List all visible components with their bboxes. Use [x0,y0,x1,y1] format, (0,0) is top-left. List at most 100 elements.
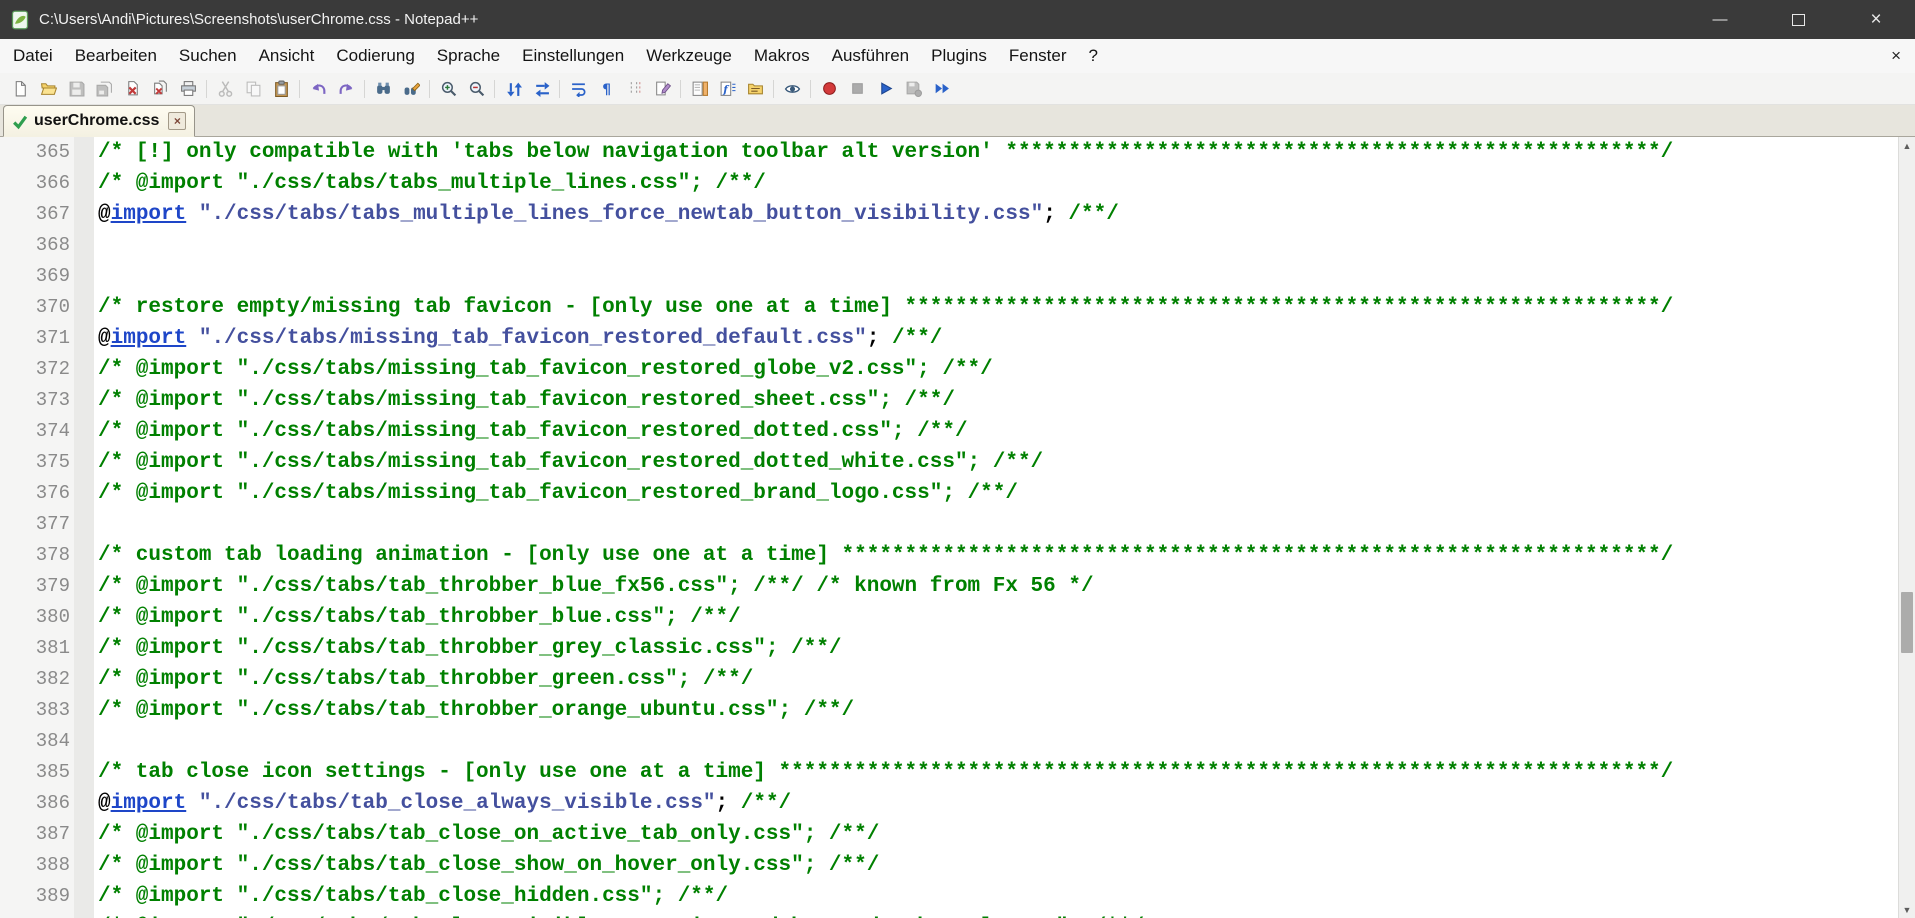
code-segment: /* [!] only compatible with 'tabs below … [98,141,1673,164]
replace-button[interactable] [398,76,424,102]
menu-item-ausfhren[interactable]: Ausführen [821,39,921,73]
folder-as-workspace-button[interactable] [742,76,768,102]
indent-guide-button[interactable] [621,76,647,102]
line-number: 375 [0,447,70,478]
menu-item-bearbeiten[interactable]: Bearbeiten [64,39,168,73]
save-icon [68,80,85,97]
new-file-button[interactable] [7,76,33,102]
record-macro-button[interactable] [816,76,842,102]
cut-button[interactable] [212,76,238,102]
copy-icon [245,80,262,97]
scroll-down-button[interactable]: ▼ [1899,901,1915,918]
undo-button[interactable] [305,76,331,102]
code-segment: /* restore empty/missing tab favicon - [… [98,296,1673,319]
code-line-389[interactable]: 389/* @import "./css/tabs/tab_close_hidd… [0,881,1895,912]
copy-button[interactable] [240,76,266,102]
code-line-372[interactable]: 372/* @import "./css/tabs/missing_tab_fa… [0,354,1895,385]
code-line-368[interactable]: 368 [0,230,1895,261]
code-line-369[interactable]: 369 [0,261,1895,292]
code-line-378[interactable]: 378/* custom tab loading animation - [on… [0,540,1895,571]
close-all-button[interactable] [147,76,173,102]
code-line-380[interactable]: 380/* @import "./css/tabs/tab_throbber_b… [0,602,1895,633]
code-line-390[interactable]: 390/* @import "./css/tabs/tab_close_visi… [0,912,1895,918]
save-all-button[interactable] [91,76,117,102]
code-line-381[interactable]: 381/* @import "./css/tabs/tab_throbber_g… [0,633,1895,664]
menu-item-makros[interactable]: Makros [743,39,821,73]
code-line-371[interactable]: 371@import "./css/tabs/missing_tab_favic… [0,323,1895,354]
toolbar-separator [425,79,434,99]
code-line-376[interactable]: 376/* @import "./css/tabs/missing_tab_fa… [0,478,1895,509]
document-map-button[interactable] [686,76,712,102]
tab-userchrome-css[interactable]: userChrome.css × [3,105,195,137]
code-line-373[interactable]: 373/* @import "./css/tabs/missing_tab_fa… [0,385,1895,416]
menu-item-werkzeuge[interactable]: Werkzeuge [635,39,743,73]
word-wrap-button[interactable] [565,76,591,102]
save-button[interactable] [63,76,89,102]
code-line-387[interactable]: 387/* @import "./css/tabs/tab_close_on_a… [0,819,1895,850]
function-list-button[interactable]: f [714,76,740,102]
minimize-button[interactable]: — [1681,0,1759,39]
zoom-in-button[interactable] [435,76,461,102]
menu-item-codierung[interactable]: Codierung [325,39,425,73]
find-button[interactable] [370,76,396,102]
code-text [70,261,98,292]
playback-macro-button[interactable] [872,76,898,102]
sync-vertical-button[interactable] [500,76,526,102]
save-macro-button[interactable] [900,76,926,102]
code-area[interactable]: 365 /* [!] only compatible with 'tabs bel… [0,137,1895,918]
paste-button[interactable] [268,76,294,102]
code-line-384[interactable]: 384 [0,726,1895,757]
line-number: 372 [0,354,70,385]
code-line-385[interactable]: 385/* tab close icon settings - [only us… [0,757,1895,788]
redo-button[interactable] [333,76,359,102]
zoom-out-button[interactable] [463,76,489,102]
run-macro-multiple-button[interactable] [928,76,954,102]
code-line-367[interactable]: 367@import "./css/tabs/tabs_multiple_lin… [0,199,1895,230]
menu-item-suchen[interactable]: Suchen [168,39,248,73]
maximize-button[interactable] [1759,0,1837,39]
code-text: /* @import "./css/tabs/tab_close_hidden.… [70,881,728,912]
menu-item-plugins[interactable]: Plugins [920,39,998,73]
code-line-383[interactable]: 383/* @import "./css/tabs/tab_throbber_o… [0,695,1895,726]
show-all-characters-button[interactable]: ¶ [593,76,619,102]
print-button[interactable] [175,76,201,102]
close-button[interactable]: × [1837,0,1915,39]
code-line-377[interactable]: 377 [0,509,1895,540]
code-line-382[interactable]: 382/* @import "./css/tabs/tab_throbber_g… [0,664,1895,695]
code-text: /* @import "./css/tabs/tab_close_show_on… [70,850,879,881]
code-segment: /* @import "./css/tabs/tab_throbber_oran… [98,699,854,722]
menu-item-sprache[interactable]: Sprache [426,39,511,73]
vertical-scrollbar[interactable]: ▲ ▼ [1898,137,1915,918]
show-all-characters-icon: ¶ [598,80,615,97]
code-line-386[interactable]: 386@import "./css/tabs/tab_close_always_… [0,788,1895,819]
menu-item-help[interactable]: ? [1078,39,1109,73]
menu-item-einstellungen[interactable]: Einstellungen [511,39,635,73]
sync-horizontal-button[interactable] [528,76,554,102]
title-bar[interactable]: C:\Users\Andi\Pictures\Screenshots\userC… [0,0,1915,39]
menu-item-ansicht[interactable]: Ansicht [248,39,326,73]
tab-close-button[interactable]: × [168,112,186,130]
code-line-379[interactable]: 379/* @import "./css/tabs/tab_throbber_b… [0,571,1895,602]
code-line-370[interactable]: 370/* restore empty/missing tab favicon … [0,292,1895,323]
code-text: /* @import "./css/tabs/missing_tab_favic… [70,385,955,416]
stop-macro-button[interactable] [844,76,870,102]
code-line-366[interactable]: 366/* @import "./css/tabs/tabs_multiple_… [0,168,1895,199]
monitoring-button[interactable] [779,76,805,102]
code-segment: /**/ [741,792,791,815]
open-file-button[interactable] [35,76,61,102]
menu-item-datei[interactable]: Datei [2,39,64,73]
line-number: 376 [0,478,70,509]
code-line-375[interactable]: 375/* @import "./css/tabs/missing_tab_fa… [0,447,1895,478]
define-language-button[interactable] [649,76,675,102]
line-number: 365 [0,137,70,168]
close-file-button[interactable] [119,76,145,102]
menu-item-fenster[interactable]: Fenster [998,39,1078,73]
code-line-374[interactable]: 374/* @import "./css/tabs/missing_tab_fa… [0,416,1895,447]
scrollbar-thumb[interactable] [1901,592,1913,653]
code-text: /* @import "./css/tabs/missing_tab_favic… [70,478,1018,509]
editor[interactable]: 365 /* [!] only compatible with 'tabs bel… [0,137,1915,918]
code-line-365[interactable]: 365 /* [!] only compatible with 'tabs bel… [0,137,1895,168]
scroll-up-button[interactable]: ▲ [1899,137,1915,154]
menu-bar-close-button[interactable]: × [1887,39,1905,73]
code-line-388[interactable]: 388/* @import "./css/tabs/tab_close_show… [0,850,1895,881]
